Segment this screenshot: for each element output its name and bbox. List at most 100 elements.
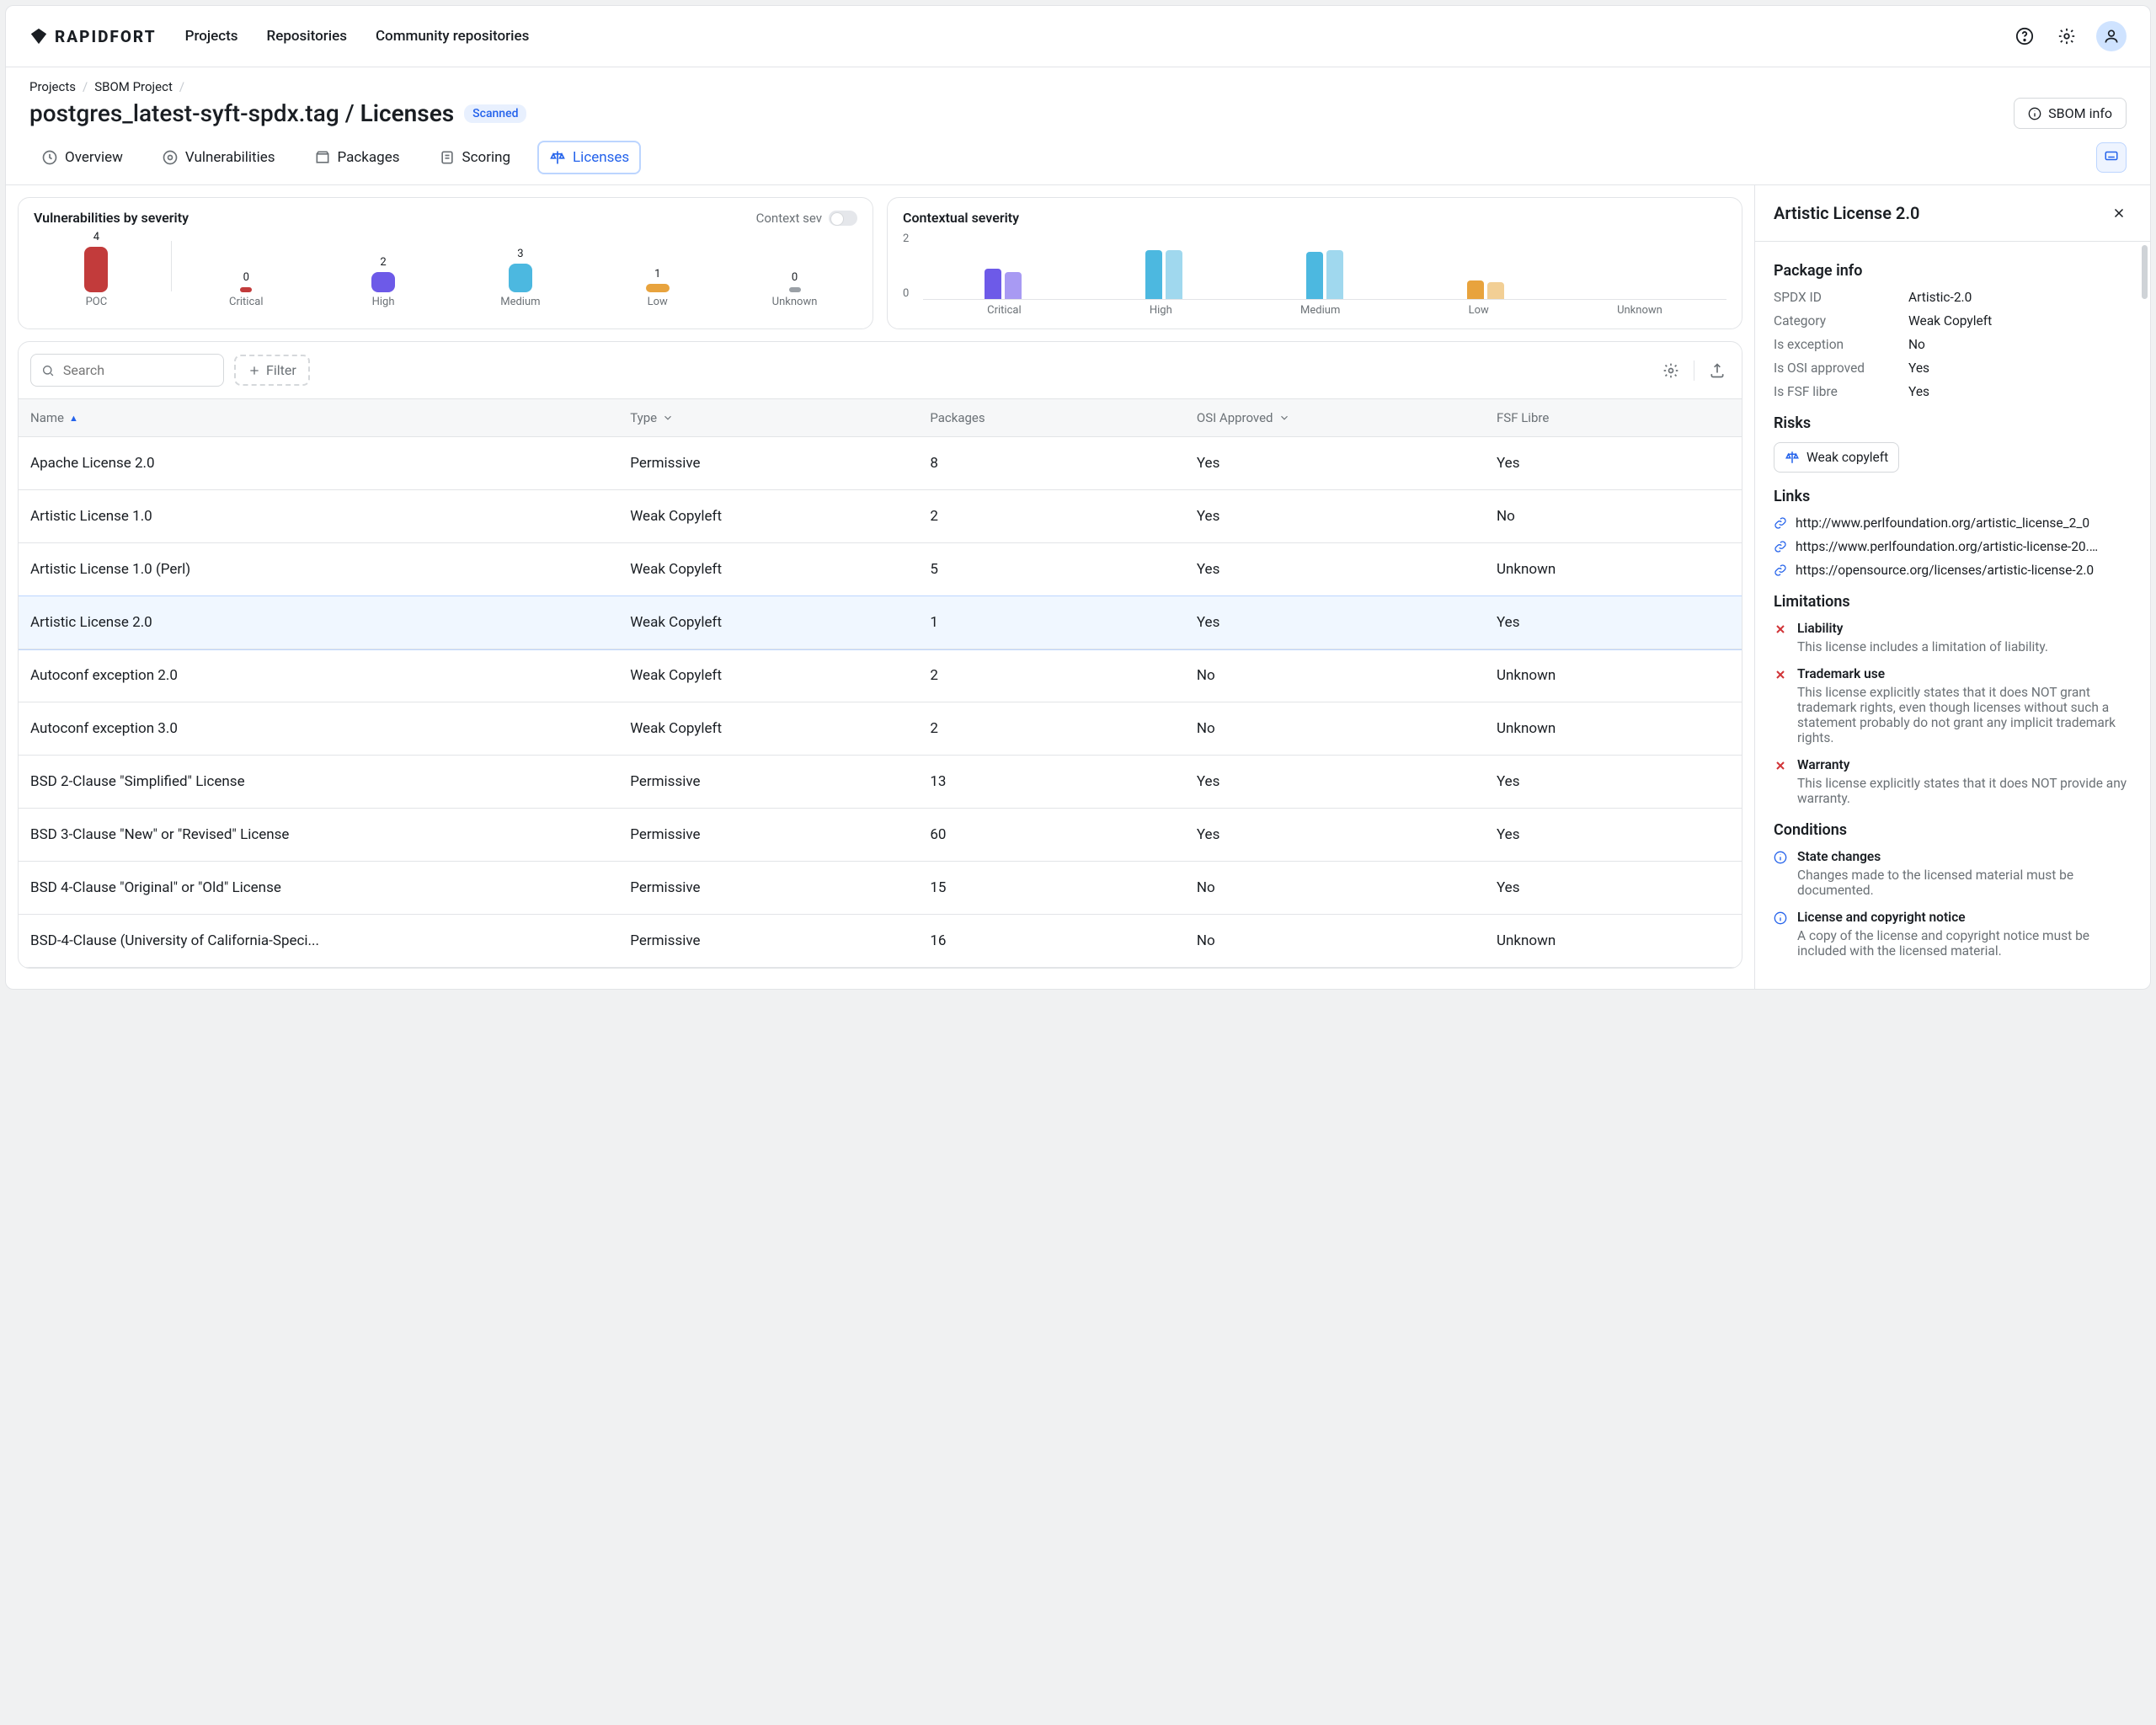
- sev-unknown: 0Unknown: [732, 271, 857, 308]
- top-nav: Projects Repositories Community repositori…: [185, 28, 530, 45]
- info-icon: [1774, 851, 1787, 864]
- license-detail-panel: Artistic License 2.0 Package info SPDX I…: [1754, 185, 2150, 989]
- help-icon[interactable]: [2012, 24, 2037, 49]
- gear-icon: [1662, 362, 1679, 379]
- table-settings-button[interactable]: [1658, 358, 1684, 383]
- limitation-item: LiabilityThis license includes a limitat…: [1774, 621, 2132, 654]
- kv-key: Is FSF libre: [1774, 384, 1908, 399]
- link-icon: [1774, 563, 1787, 577]
- condition-item: License and copyright noticeA copy of th…: [1774, 910, 2132, 959]
- export-button[interactable]: [1705, 358, 1730, 383]
- keyboard-shortcut-button[interactable]: [2096, 142, 2127, 173]
- table-row[interactable]: BSD 2-Clause "Simplified" LicensePermiss…: [19, 756, 1742, 809]
- table-row[interactable]: Artistic License 2.0Weak Copyleft1YesYes: [19, 596, 1742, 649]
- status-badge: Scanned: [464, 104, 526, 123]
- sbom-info-button[interactable]: SBOM info: [2014, 98, 2127, 129]
- vulnerabilities-icon: [162, 149, 179, 166]
- link-icon: [1774, 540, 1787, 553]
- info-icon: [1774, 911, 1787, 925]
- tab-vulnerabilities[interactable]: Vulnerabilities: [150, 141, 287, 174]
- table-row[interactable]: Autoconf exception 3.0Weak Copyleft2NoUn…: [19, 702, 1742, 756]
- brand-logo: RAPIDFORT: [29, 27, 157, 46]
- close-panel-button[interactable]: [2106, 200, 2132, 226]
- limitation-item: WarrantyThis license explicitly states t…: [1774, 757, 2132, 806]
- x-icon: [1774, 668, 1787, 681]
- vulnerabilities-card: Vulnerabilities by severity Context sev …: [18, 197, 873, 329]
- table-row[interactable]: Artistic License 1.0Weak Copyleft2YesNo: [19, 490, 1742, 543]
- kv-value: Artistic-2.0: [1908, 290, 2132, 305]
- kv-value: Weak Copyleft: [1908, 313, 2132, 328]
- tab-licenses[interactable]: Licenses: [537, 141, 641, 174]
- overview-icon: [41, 149, 58, 166]
- x-icon: [1774, 622, 1787, 636]
- column-packages[interactable]: Packages: [930, 410, 1197, 425]
- table-row[interactable]: BSD 4-Clause "Original" or "Old" License…: [19, 862, 1742, 915]
- tab-overview[interactable]: Overview: [29, 141, 135, 174]
- column-type[interactable]: Type: [630, 410, 930, 425]
- tab-bar: Overview Vulnerabilities Packages Scoring Li…: [6, 129, 2150, 185]
- user-avatar[interactable]: [2096, 21, 2127, 51]
- diamond-icon: [29, 27, 48, 45]
- licenses-table: Filter Name ▲Type PackagesOSI Approved F…: [18, 341, 1742, 969]
- scale-icon: [1785, 450, 1800, 465]
- info-icon: [2028, 107, 2041, 120]
- tab-packages[interactable]: Packages: [302, 141, 412, 174]
- search-icon: [41, 363, 55, 378]
- breadcrumb-link[interactable]: Projects: [29, 79, 76, 94]
- x-icon: [1774, 759, 1787, 772]
- page-title: postgres_latest-syft-spdx.tag / Licenses: [29, 99, 454, 127]
- risk-chip-weak-copyleft: Weak copyleft: [1774, 442, 1899, 473]
- upload-icon: [1709, 362, 1726, 379]
- kv-key: Category: [1774, 313, 1908, 328]
- table-row[interactable]: BSD 3-Clause "New" or "Revised" LicenseP…: [19, 809, 1742, 862]
- tab-scoring[interactable]: Scoring: [427, 141, 523, 174]
- panel-title: Artistic License 2.0: [1774, 203, 1919, 223]
- breadcrumb: Projects/SBOM Project/: [29, 79, 2127, 94]
- table-row[interactable]: Autoconf exception 2.0Weak Copyleft2NoUn…: [19, 649, 1742, 702]
- plus-icon: [248, 364, 261, 377]
- toggle-icon: [829, 211, 857, 226]
- sev-low: 1Low: [595, 268, 720, 308]
- external-link[interactable]: https://www.perlfoundation.org/artistic-…: [1774, 539, 2132, 554]
- section-package-info: Package info: [1774, 262, 2132, 280]
- chevron-down-icon: [662, 412, 674, 424]
- packages-icon: [314, 149, 331, 166]
- licenses-icon: [549, 149, 566, 166]
- kv-key: Is exception: [1774, 337, 1908, 352]
- external-link[interactable]: https://opensource.org/licenses/artistic…: [1774, 563, 2132, 578]
- link-icon: [1774, 516, 1787, 530]
- filter-button[interactable]: Filter: [234, 355, 310, 386]
- column-osi-approved[interactable]: OSI Approved: [1197, 410, 1497, 425]
- sev-critical: 0Critical: [184, 271, 309, 308]
- scoring-icon: [439, 149, 456, 166]
- table-row[interactable]: Artistic License 1.0 (Perl)Weak Copyleft…: [19, 543, 1742, 596]
- table-row[interactable]: Apache License 2.0Permissive8YesYes: [19, 437, 1742, 490]
- nav-repositories[interactable]: Repositories: [267, 28, 347, 45]
- keyboard-icon: [2104, 148, 2119, 163]
- section-risks: Risks: [1774, 414, 2132, 432]
- main-content: Vulnerabilities by severity Context sev …: [6, 185, 1754, 989]
- contextual-severity-card: Contextual severity 20 CriticalHighMediu…: [887, 197, 1742, 329]
- nav-community-repositories[interactable]: Community repositories: [376, 28, 529, 45]
- topbar: RAPIDFORT Projects Repositories Community …: [6, 6, 2150, 67]
- external-link[interactable]: http://www.perlfoundation.org/artistic_l…: [1774, 515, 2132, 531]
- kv-value: Yes: [1908, 360, 2132, 376]
- condition-item: State changesChanges made to the license…: [1774, 849, 2132, 898]
- gear-icon[interactable]: [2054, 24, 2079, 49]
- kv-value: No: [1908, 337, 2132, 352]
- section-limitations: Limitations: [1774, 593, 2132, 611]
- section-links: Links: [1774, 488, 2132, 505]
- sev-high: 2High: [321, 256, 446, 308]
- scrollbar-thumb[interactable]: [2142, 245, 2148, 299]
- column-name[interactable]: Name ▲: [30, 410, 630, 425]
- context-sev-toggle[interactable]: Context sev: [756, 211, 857, 226]
- section-conditions: Conditions: [1774, 821, 2132, 839]
- column-fsf-libre[interactable]: FSF Libre: [1497, 410, 1730, 425]
- kv-key: Is OSI approved: [1774, 360, 1908, 376]
- search-input[interactable]: [30, 354, 224, 387]
- nav-projects[interactable]: Projects: [185, 28, 238, 45]
- breadcrumb-link[interactable]: SBOM Project: [94, 79, 173, 94]
- chevron-down-icon: [1278, 412, 1290, 424]
- table-row[interactable]: BSD-4-Clause (University of California-S…: [19, 915, 1742, 968]
- table-header: Name ▲Type PackagesOSI Approved FSF Libr…: [19, 398, 1742, 437]
